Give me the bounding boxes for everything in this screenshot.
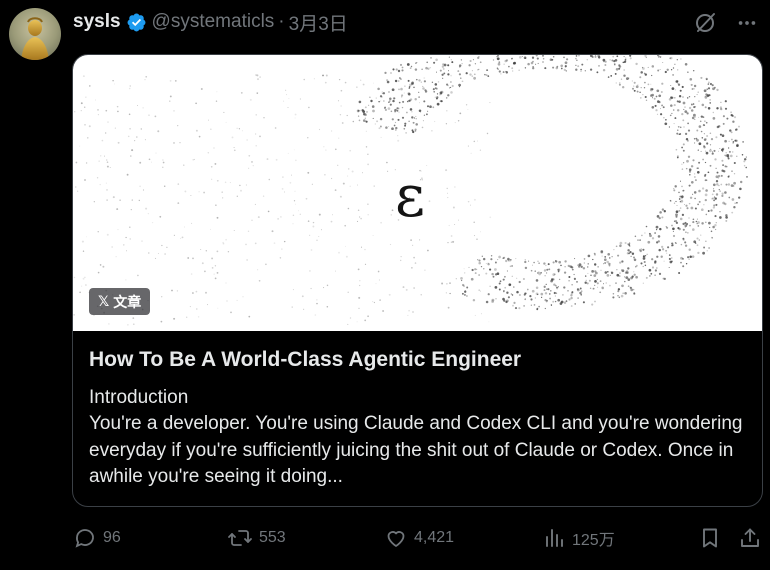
- like-count: 4,421: [414, 529, 455, 546]
- display-name[interactable]: sysls: [73, 11, 121, 33]
- like-button[interactable]: 4,421: [384, 524, 454, 552]
- share-icon: [738, 526, 762, 550]
- x-logo-icon: 𝕏: [98, 293, 110, 309]
- article-cover-image: ɛ 𝕏 文章: [73, 55, 762, 331]
- post: sysls @systematicls · 3月3日 ɛ 𝕏 文章 How To…: [0, 0, 770, 570]
- reply-count: 96: [103, 529, 121, 546]
- cover-glyph: ɛ: [395, 162, 426, 230]
- repost-icon: [227, 526, 253, 550]
- post-date[interactable]: 3月3日: [289, 9, 348, 36]
- article-card[interactable]: ɛ 𝕏 文章 How To Be A World-Class Agentic E…: [72, 54, 763, 507]
- reply-button[interactable]: 96: [73, 524, 121, 552]
- grok-icon[interactable]: [692, 10, 718, 36]
- article-card-body: How To Be A World-Class Agentic Engineer…: [89, 345, 754, 491]
- more-icon[interactable]: [734, 10, 760, 36]
- top-actions: [692, 10, 760, 36]
- repost-count: 553: [259, 529, 286, 546]
- bookmark-icon: [698, 526, 722, 550]
- article-subtitle: Introduction: [89, 387, 189, 408]
- reply-icon: [73, 526, 97, 550]
- views-button[interactable]: 125万: [542, 524, 615, 552]
- article-badge: 𝕏 文章: [89, 288, 151, 315]
- article-title[interactable]: How To Be A World-Class Agentic Engineer: [89, 345, 754, 375]
- handle[interactable]: @systematicls: [152, 11, 275, 33]
- share-button[interactable]: [738, 524, 762, 552]
- separator-dot: ·: [278, 11, 285, 32]
- article-badge-label: 文章: [113, 293, 142, 310]
- article-excerpt: You're a developer. You're using Claude …: [89, 413, 743, 487]
- verified-badge-icon: [126, 12, 147, 33]
- views-count: 125万: [572, 532, 615, 549]
- repost-button[interactable]: 553: [227, 524, 286, 552]
- post-header: sysls @systematicls · 3月3日: [73, 9, 348, 36]
- action-bar: 96 553 4,421 125万: [73, 524, 763, 552]
- bookmark-button[interactable]: [698, 524, 722, 552]
- views-icon: [542, 526, 566, 550]
- heart-icon: [384, 526, 408, 550]
- avatar[interactable]: [9, 8, 61, 60]
